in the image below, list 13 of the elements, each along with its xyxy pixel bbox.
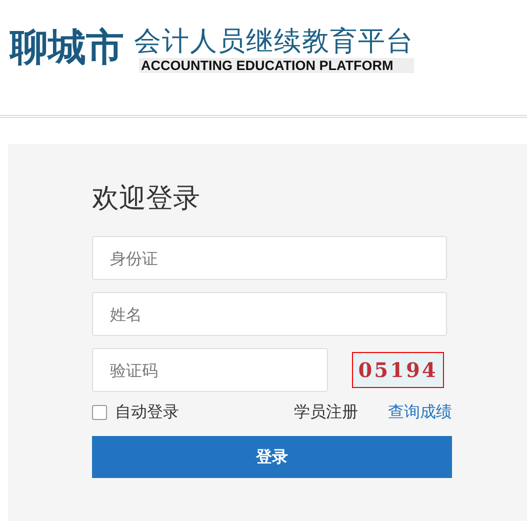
input-field[interactable]: 姓名 <box>92 292 447 336</box>
auto-login-label[interactable]: 自动登录 <box>115 402 179 423</box>
captcha-image[interactable]: 05194 <box>352 352 444 388</box>
register-link[interactable]: 学员注册 <box>294 402 358 423</box>
checkbox[interactable] <box>92 405 107 420</box>
captcha-field[interactable]: 验证码 <box>92 348 328 392</box>
platform-subtitle: ACCOUNTING EDUCATION PLATFORM <box>139 58 414 73</box>
city-logo: 聊城市 <box>10 23 124 71</box>
input-field[interactable]: 身份证 <box>92 236 447 280</box>
score-link[interactable]: 查询成绩 <box>388 402 452 423</box>
login-heading: 欢迎登录 <box>92 182 201 216</box>
platform-title: 会计人员继续教育平台 <box>134 26 414 58</box>
login-button[interactable]: 登录 <box>92 436 452 478</box>
